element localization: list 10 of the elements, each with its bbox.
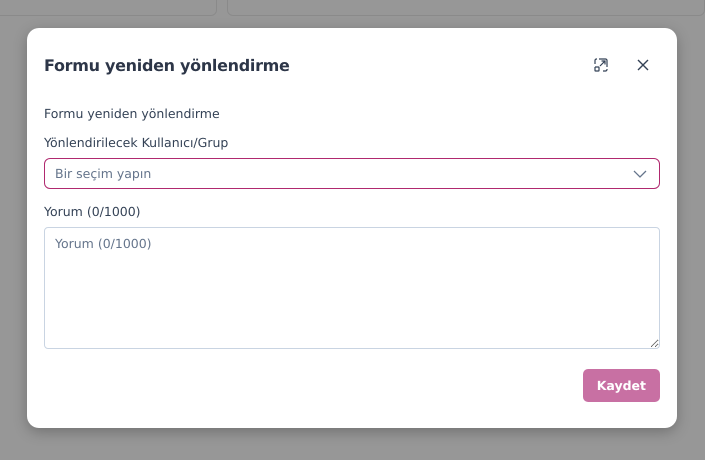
comment-field[interactable]: Yorum (0/1000) — [44, 227, 660, 349]
chevron-down-icon — [633, 170, 647, 178]
field-label: Yönlendirilecek Kullanıcı/Grup — [44, 135, 230, 150]
dialog-title: Formu yeniden yönlendirme — [44, 56, 291, 74]
select-placeholder: Bir seçim yapın — [55, 166, 152, 181]
expand-icon — [594, 58, 608, 72]
user-group-select[interactable]: Bir seçim yapın — [44, 158, 660, 189]
close-icon — [637, 59, 649, 71]
field-label: Yorum (0/1000) — [44, 204, 142, 219]
description-text: Formu yeniden yönlendirme — [44, 106, 221, 121]
